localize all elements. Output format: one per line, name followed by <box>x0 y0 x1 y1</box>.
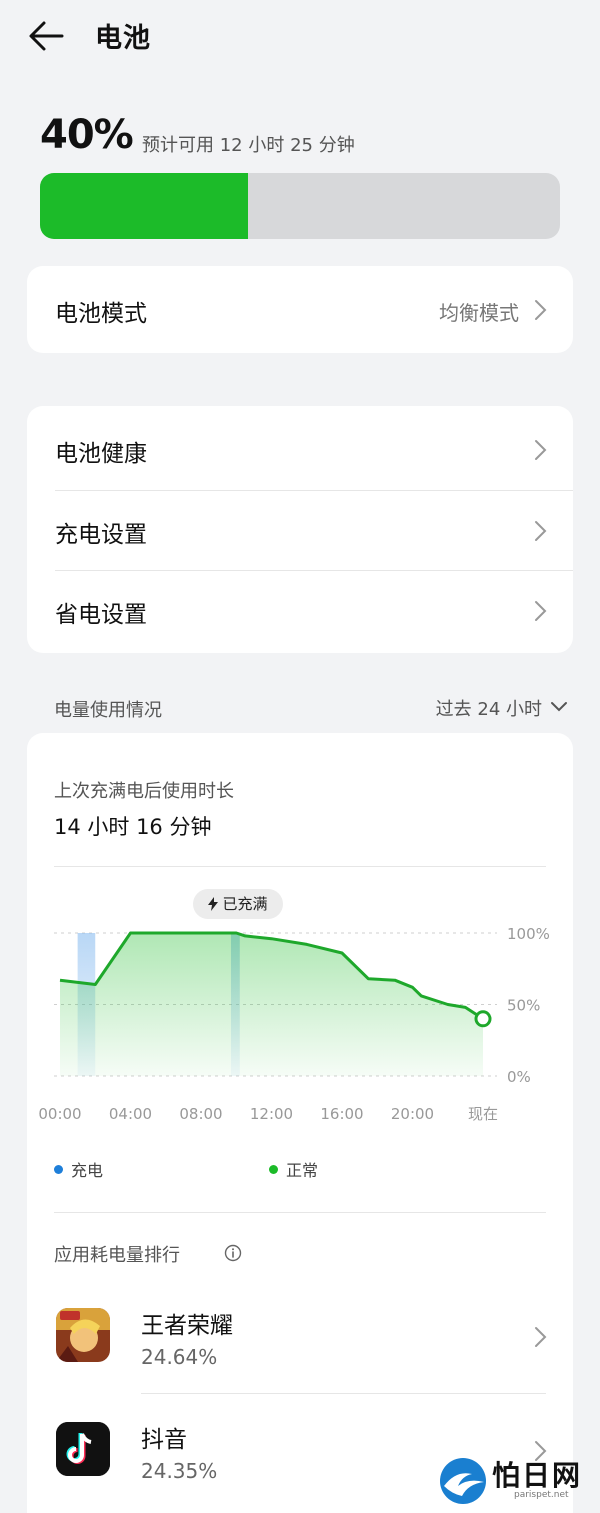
x-tick-label: 12:00 <box>250 1105 293 1123</box>
y-tick-label: 50% <box>507 997 540 1015</box>
x-tick-label: 16:00 <box>320 1105 363 1123</box>
honor-of-kings-app-icon <box>56 1308 110 1362</box>
usage-card: 上次充满电后使用时长 14 小时 16 分钟 已充满 100% 50% 0% 00:… <box>27 733 573 1513</box>
chevron-right-icon <box>535 521 547 541</box>
battery-mode-label: 电池模式 <box>55 301 147 327</box>
douyin-app-icon <box>56 1422 110 1476</box>
chevron-right-icon <box>535 601 547 621</box>
back-arrow-icon[interactable] <box>26 18 66 54</box>
battery-percent: 40% <box>40 112 134 158</box>
legend-normal-dot <box>269 1165 278 1174</box>
battery-estimate: 预计可用 12 小时 25 分钟 <box>142 135 355 156</box>
battery-health-row[interactable]: 电池健康 <box>27 406 573 490</box>
chevron-right-icon <box>535 1327 547 1347</box>
legend-charging: 充电 <box>54 1157 103 1181</box>
battery-mode-row[interactable]: 电池模式 均衡模式 <box>27 266 573 353</box>
y-tick-label: 100% <box>507 925 550 943</box>
battery-level-fill <box>40 173 248 239</box>
power-saving-row[interactable]: 省电设置 <box>27 571 573 653</box>
watermark-brand: 怕日网 <box>492 1459 583 1492</box>
chevron-right-icon <box>535 440 547 460</box>
watermark: 怕日网 parispet.net <box>438 1452 598 1510</box>
charging-settings-row[interactable]: 充电设置 <box>27 491 573 571</box>
app-percent: 24.35% <box>141 1459 218 1483</box>
app-ranking-title: 应用耗电量排行 <box>54 1245 180 1266</box>
x-tick-label: 00:00 <box>38 1105 81 1123</box>
chevron-right-icon <box>535 300 547 320</box>
current-level-marker <box>474 1010 492 1028</box>
legend-charging-label: 充电 <box>71 1161 104 1180</box>
legend-charging-dot <box>54 1165 63 1174</box>
since-full-charge-label: 上次充满电后使用时长 <box>54 781 234 802</box>
lightning-icon <box>208 896 219 911</box>
period-selector[interactable]: 过去 24 小时 <box>436 695 542 721</box>
app-row-honor-of-kings[interactable]: 王者荣耀 24.64% <box>27 1279 573 1393</box>
y-tick-label: 0% <box>507 1068 531 1086</box>
charging-settings-label: 充电设置 <box>55 522 147 548</box>
chevron-down-icon[interactable] <box>550 698 568 716</box>
app-name: 抖音 <box>141 1427 187 1453</box>
x-tick-label: 现在 <box>468 1105 498 1123</box>
app-name: 王者荣耀 <box>141 1313 233 1339</box>
legend-normal-label: 正常 <box>286 1161 319 1180</box>
x-tick-label: 04:00 <box>109 1105 152 1123</box>
divider <box>54 866 546 867</box>
watermark-url: parispet.net <box>514 1490 569 1500</box>
battery-level-bar <box>40 173 560 239</box>
page-title: 电池 <box>95 23 151 54</box>
x-tick-label: 08:00 <box>179 1105 222 1123</box>
fully-charged-text: 已充满 <box>222 895 268 913</box>
settings-card: 电池健康 充电设置 省电设置 <box>27 406 573 653</box>
battery-mode-card: 电池模式 均衡模式 <box>27 266 573 353</box>
battery-usage-chart: 100% 50% 0% 00:00 04:00 08:00 12:00 16:00 20:00… <box>38 925 550 1123</box>
x-tick-label: 20:00 <box>391 1105 434 1123</box>
usage-section-title: 电量使用情况 <box>54 700 162 721</box>
top-bar: 电池 <box>0 0 600 72</box>
info-icon[interactable] <box>224 1244 242 1262</box>
battery-health-label: 电池健康 <box>55 441 147 467</box>
app-percent: 24.64% <box>141 1345 218 1369</box>
watermark-logo-icon <box>440 1458 486 1504</box>
divider <box>54 1212 546 1213</box>
legend-normal: 正常 <box>269 1157 318 1181</box>
usage-area <box>60 933 483 1076</box>
battery-mode-value: 均衡模式 <box>439 301 519 325</box>
power-saving-label: 省电设置 <box>55 602 147 628</box>
since-full-charge-value: 14 小时 16 分钟 <box>54 815 212 839</box>
